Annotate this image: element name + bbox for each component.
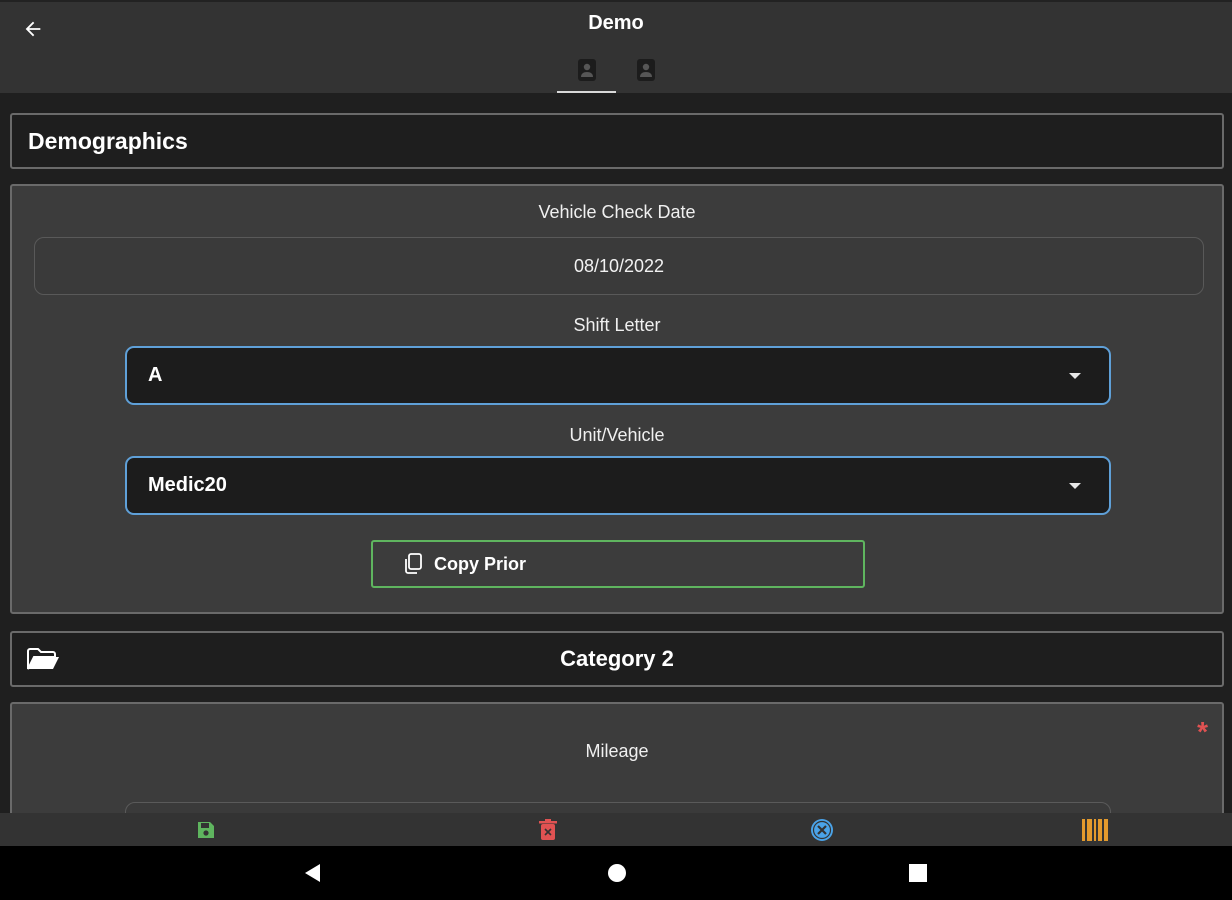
cancel-button[interactable]	[809, 817, 835, 843]
contact-card-icon	[636, 59, 655, 81]
save-button[interactable]	[193, 817, 219, 843]
system-home-button[interactable]	[606, 862, 628, 884]
copy-icon	[405, 553, 422, 574]
copy-prior-button[interactable]: Copy Prior	[371, 540, 865, 588]
vehicle-check-date-label: Vehicle Check Date	[538, 202, 696, 222]
bottom-toolbar	[0, 813, 1232, 846]
demographics-header[interactable]: Demographics	[10, 113, 1224, 169]
system-back-button[interactable]	[301, 862, 323, 884]
copy-prior-label: Copy Prior	[434, 553, 527, 574]
tab-contact-1[interactable]	[557, 47, 616, 93]
app-title: Demo	[588, 12, 644, 34]
delete-button[interactable]	[535, 817, 561, 843]
save-icon	[198, 822, 214, 838]
unit-vehicle-select[interactable]: Medic20	[125, 456, 1111, 515]
nav-home-icon	[608, 864, 626, 882]
demographics-panel: Vehicle Check Date 08/10/2022 Shift Lett…	[10, 184, 1224, 614]
delete-icon	[539, 819, 557, 840]
shift-letter-select[interactable]: A	[125, 346, 1111, 405]
demographics-title: Demographics	[28, 127, 188, 154]
app-bar: Demo	[0, 0, 1232, 93]
form-content[interactable]: Demographics Vehicle Check Date 08/10/20…	[0, 93, 1232, 813]
system-navigation-bar	[0, 846, 1232, 900]
barcode-icon	[1082, 819, 1108, 841]
category-2-panel: * Mileage	[10, 702, 1224, 813]
vehicle-check-date-field[interactable]: 08/10/2022	[34, 237, 1204, 295]
category-2-header[interactable]: Category 2	[10, 631, 1224, 687]
nav-back-icon	[305, 864, 320, 882]
barcode-scan-button[interactable]	[1082, 817, 1108, 843]
chevron-down-icon	[1069, 483, 1081, 489]
tab-contact-2[interactable]	[616, 47, 675, 93]
tab-bar	[557, 47, 675, 93]
shift-letter-value: A	[148, 364, 163, 386]
mileage-input[interactable]	[125, 802, 1111, 813]
category-2-title: Category 2	[560, 646, 674, 671]
unit-vehicle-value: Medic20	[148, 474, 227, 496]
shift-letter-label: Shift Letter	[573, 315, 661, 335]
chevron-down-icon	[1069, 373, 1081, 379]
nav-recents-icon	[909, 864, 927, 882]
contact-card-icon	[577, 59, 596, 81]
mileage-label: Mileage	[585, 741, 649, 761]
cancel-icon	[811, 819, 833, 841]
system-recents-button[interactable]	[907, 862, 929, 884]
unit-vehicle-label: Unit/Vehicle	[569, 425, 665, 445]
